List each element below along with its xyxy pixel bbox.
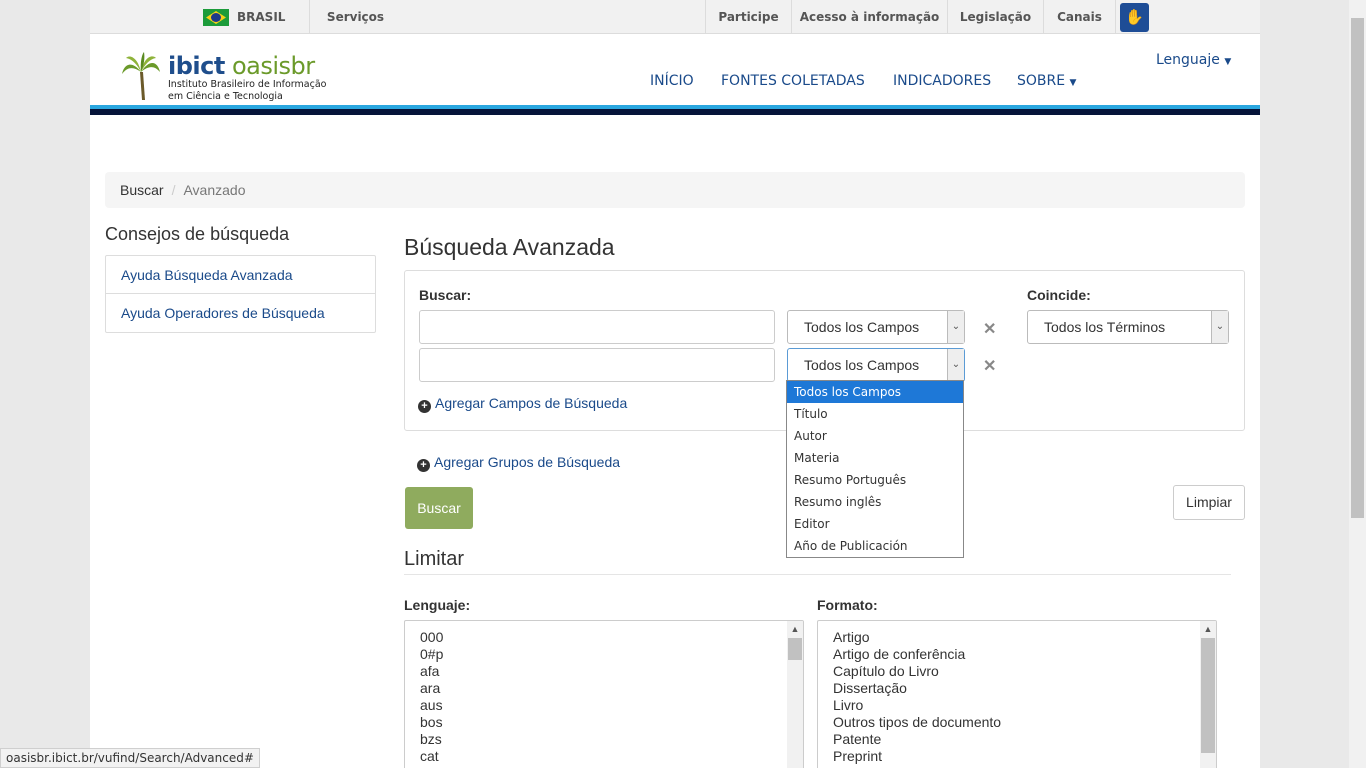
breadcrumb-buscar[interactable]: Buscar (120, 182, 164, 198)
chevron-down-icon: ⌄ (947, 311, 964, 343)
scrollbar-thumb[interactable] (1351, 18, 1364, 518)
caret-down-icon: ▼ (1224, 57, 1232, 67)
option-editor[interactable]: Editor (787, 513, 963, 535)
remove-field-1-icon[interactable]: ✕ (983, 319, 996, 339)
list-item[interactable]: Outros tipos de documento (833, 714, 1001, 731)
match-select[interactable]: Todos los Términos ⌄ (1027, 310, 1229, 344)
list-item[interactable]: bzs (420, 731, 443, 748)
sign-language-icon[interactable]: ✋ (1120, 3, 1149, 32)
nav-fontes-coletadas[interactable]: FONTES COLETADAS (721, 73, 865, 89)
option-titulo[interactable]: Título (787, 403, 963, 425)
plus-circle-icon: + (418, 400, 431, 413)
add-search-fields-link[interactable]: + Agregar Campos de Búsqueda (418, 395, 627, 413)
language-filter-label: Lenguaje: (404, 597, 471, 613)
option-ano-publicacion[interactable]: Año de Publicación (787, 535, 963, 557)
list-item[interactable]: Artigo (833, 629, 1001, 646)
list-item[interactable]: 0#p (420, 646, 443, 663)
match-label: Coincide: (1027, 287, 1091, 303)
list-item[interactable]: 000 (420, 629, 443, 646)
palm-tree-logo-icon (122, 52, 160, 100)
chevron-down-icon: ⌄ (1211, 311, 1228, 343)
language-menu[interactable]: Lenguaje ▼ (1156, 52, 1231, 68)
scroll-up-arrow-icon[interactable]: ▲ (787, 621, 803, 637)
chevron-down-icon: ⌄ (947, 349, 964, 381)
list-item[interactable]: Patente (833, 731, 1001, 748)
canais-link[interactable]: Canais (1043, 0, 1115, 34)
list-item[interactable]: Capítulo do Livro (833, 663, 1001, 680)
list-item[interactable]: Artigo de conferência (833, 646, 1001, 663)
remove-field-2-icon[interactable]: ✕ (983, 356, 996, 376)
site-logo[interactable]: ibict oasisbr (168, 52, 315, 80)
scrollbar-thumb[interactable] (788, 638, 802, 660)
list-item[interactable]: ara (420, 680, 443, 697)
search-input-1[interactable] (419, 310, 775, 344)
limit-title: Limitar (404, 548, 465, 570)
scroll-up-arrow-icon[interactable]: ▲ (1200, 621, 1216, 637)
nav-sobre[interactable]: SOBRE ▼ (1017, 73, 1076, 89)
legislacao-link[interactable]: Legislação (947, 0, 1043, 34)
gov-bar: BRASIL Serviços Participe Acesso à infor… (90, 0, 1260, 34)
add-search-groups-link[interactable]: + Agregar Grupos de Búsqueda (417, 454, 620, 472)
listbox-scrollbar[interactable]: ▲ (1200, 621, 1216, 768)
list-item[interactable]: bos (420, 714, 443, 731)
field-select-1[interactable]: Todos los Campos ⌄ (787, 310, 965, 344)
breadcrumb-current: Avanzado (183, 182, 246, 198)
services-menu[interactable]: Serviços (309, 0, 401, 34)
participe-link[interactable]: Participe (705, 0, 791, 34)
search-input-2[interactable] (419, 348, 775, 382)
format-filter-label: Formato: (817, 597, 878, 613)
language-listbox[interactable]: 000 0#p afa ara aus bos bzs cat ▲ (404, 620, 804, 768)
breadcrumb: Buscar / Avanzado (105, 172, 1245, 208)
logo-subtitle: Instituto Brasileiro de Informação em Ciê… (168, 79, 327, 102)
list-item[interactable]: cat (420, 748, 443, 765)
site-header: ibict oasisbr Instituto Brasileiro de In… (90, 34, 1260, 107)
divider (404, 574, 1231, 575)
plus-circle-icon: + (417, 459, 430, 472)
list-item[interactable]: Livro (833, 697, 1001, 714)
option-resumo-portugues[interactable]: Resumo Português (787, 469, 963, 491)
nav-indicadores[interactable]: INDICADORES (893, 73, 991, 89)
list-item[interactable]: Dissertação (833, 680, 1001, 697)
search-label: Buscar: (419, 287, 472, 303)
acesso-informacao-link[interactable]: Acesso à informação (791, 0, 947, 34)
help-advanced-search-link[interactable]: Ayuda Búsqueda Avanzada (106, 256, 375, 294)
caret-down-icon: ▼ (1069, 78, 1077, 88)
page: BRASIL Serviços Participe Acesso à infor… (90, 0, 1260, 768)
brazil-flag-icon (203, 9, 229, 26)
divider (1115, 0, 1116, 34)
nav-inicio[interactable]: INÍCIO (650, 73, 694, 89)
listbox-scrollbar[interactable]: ▲ (787, 621, 803, 768)
scrollbar-thumb[interactable] (1201, 638, 1215, 753)
status-bar-url: oasisbr.ibict.br/vufind/Search/Advanced# (0, 748, 260, 768)
help-search-operators-link[interactable]: Ayuda Operadores de Búsqueda (106, 294, 375, 332)
country-label[interactable]: BRASIL (237, 0, 285, 34)
search-button[interactable]: Buscar (405, 487, 473, 529)
header-stripe (90, 105, 1260, 115)
field-options-dropdown: Todos los Campos Título Autor Materia Re… (786, 380, 964, 558)
option-todos-los-campos[interactable]: Todos los Campos (787, 381, 963, 403)
clear-button[interactable]: Limpiar (1173, 485, 1245, 520)
page-scrollbar[interactable] (1349, 0, 1366, 768)
sidebar-list: Ayuda Búsqueda Avanzada Ayuda Operadores… (105, 255, 376, 333)
option-materia[interactable]: Materia (787, 447, 963, 469)
field-select-2[interactable]: Todos los Campos ⌄ (787, 348, 965, 382)
sidebar-title: Consejos de búsqueda (105, 224, 290, 244)
page-title: Búsqueda Avanzada (404, 234, 615, 260)
list-item[interactable]: afa (420, 663, 443, 680)
option-autor[interactable]: Autor (787, 425, 963, 447)
list-item[interactable]: aus (420, 697, 443, 714)
format-listbox[interactable]: Artigo Artigo de conferência Capítulo do… (817, 620, 1217, 768)
option-resumo-ingles[interactable]: Resumo inglês (787, 491, 963, 513)
list-item[interactable]: Preprint (833, 748, 1001, 765)
